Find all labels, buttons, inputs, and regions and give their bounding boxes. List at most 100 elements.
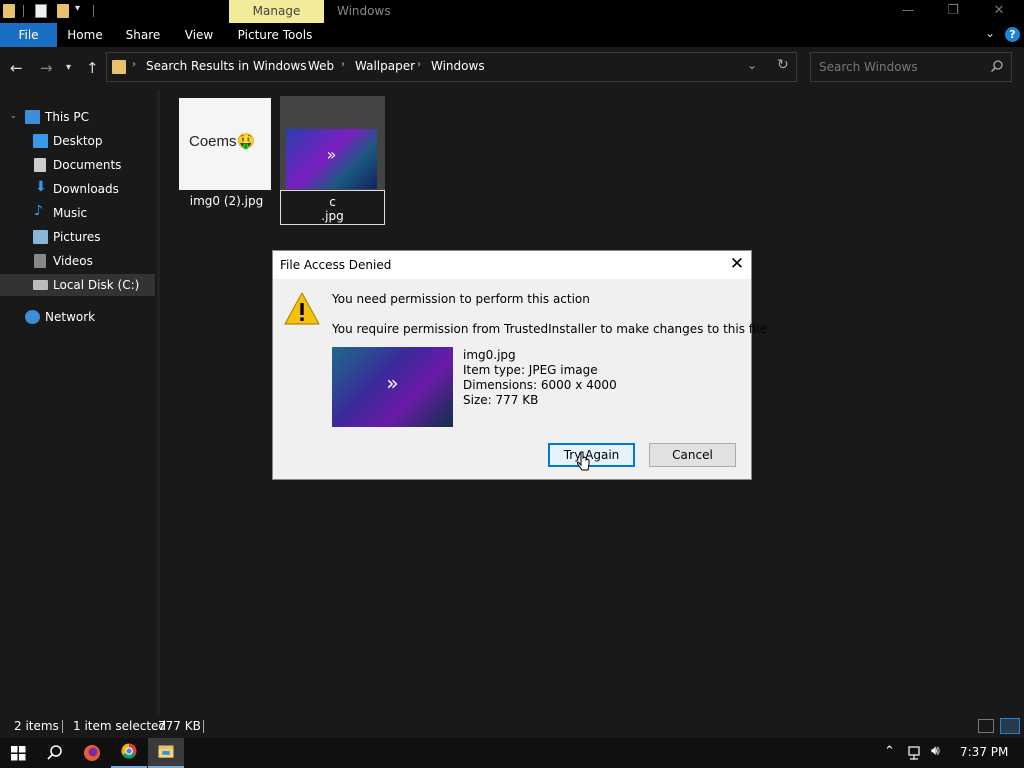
nav-label: Pictures	[53, 230, 101, 244]
new-folder-icon[interactable]	[57, 4, 69, 18]
nav-item-pictures[interactable]: Pictures	[0, 226, 155, 248]
divider	[203, 720, 204, 733]
nav-label: Music	[53, 206, 88, 220]
cancel-button[interactable]: Cancel	[649, 443, 736, 467]
taskbar: ⌃ 🔊︎ 7:37 PM	[0, 738, 1024, 768]
tab-home[interactable]: Home	[62, 23, 108, 47]
dialog-message: You require permission from TrustedInsta…	[332, 322, 768, 336]
file-size: Size: 777 KB	[463, 393, 539, 407]
nav-item-network[interactable]: Network	[0, 306, 155, 328]
close-icon[interactable]: ✕	[725, 253, 749, 277]
ribbon: File Home Share View Picture Tools ⌄ ?	[0, 23, 1024, 47]
try-again-button[interactable]: Try Again	[548, 443, 635, 467]
help-icon[interactable]: ?	[1005, 27, 1020, 42]
chevron-down-icon[interactable]: ⌄	[747, 58, 757, 72]
manage-context-tab[interactable]: Manage	[229, 0, 324, 23]
windows-start-icon[interactable]	[0, 738, 36, 768]
documents-icon	[34, 158, 46, 172]
nav-item-downloads[interactable]: ⬇ Downloads	[0, 178, 155, 200]
folder-icon	[112, 60, 126, 74]
refresh-icon[interactable]: ↻	[777, 57, 789, 73]
nav-item-music[interactable]: ♪ Music	[0, 202, 155, 224]
divider	[93, 5, 94, 17]
close-button[interactable]: ✕	[976, 0, 1022, 23]
address-bar[interactable]: › Search Results in Windows › Web › Wall…	[106, 52, 797, 82]
breadcrumb-search-results[interactable]: Search Results in Windows	[146, 59, 307, 73]
nav-label: Local Disk (C:)	[53, 278, 140, 292]
chevron-right-icon[interactable]: ›	[341, 59, 345, 70]
large-icons-view-icon[interactable]	[1000, 718, 1020, 734]
title-bar: ▾ Manage Windows — ❐ ✕	[0, 0, 1024, 23]
downloads-icon: ⬇	[35, 179, 47, 195]
file-name-label[interactable]: img0 (2).jpg	[179, 194, 274, 208]
warning-icon	[284, 292, 320, 325]
tab-view[interactable]: View	[178, 23, 220, 47]
minimize-button[interactable]: —	[885, 0, 931, 23]
folder-icon[interactable]	[3, 4, 15, 18]
up-arrow-icon[interactable]: ↑	[86, 59, 99, 77]
selection-size: 777 KB	[158, 719, 201, 733]
clock[interactable]: 7:37 PM	[960, 745, 1008, 759]
nav-item-this-pc[interactable]: ⌄ This PC	[0, 106, 155, 128]
nav-item-videos[interactable]: Videos	[0, 250, 155, 272]
back-arrow-icon[interactable]: ←	[10, 59, 23, 77]
breadcrumb-web[interactable]: Web	[308, 59, 334, 73]
file-access-denied-dialog: File Access Denied ✕ You need permission…	[272, 250, 767, 480]
divider	[62, 720, 63, 733]
breadcrumb-windows[interactable]: Windows	[431, 59, 485, 73]
tab-picture-tools[interactable]: Picture Tools	[234, 23, 316, 47]
thumbnail-text: Coems🤑	[189, 133, 256, 150]
music-icon: ♪	[34, 203, 43, 219]
nav-item-documents[interactable]: Documents	[0, 154, 155, 176]
network-icon[interactable]	[907, 745, 925, 761]
desktop-icon	[33, 134, 48, 148]
file-explorer-icon[interactable]	[148, 738, 184, 768]
chrome-icon[interactable]	[111, 738, 147, 768]
pointer-cursor-icon	[577, 451, 590, 471]
dialog-title-bar: File Access Denied ✕	[273, 251, 751, 279]
nav-label: Desktop	[53, 134, 103, 148]
window-title: Windows	[337, 4, 391, 18]
customize-toolbar-icon[interactable]: ▾	[75, 3, 80, 14]
restore-button[interactable]: ❐	[930, 0, 976, 23]
search-input[interactable]: Search Windows	[810, 52, 1012, 82]
file-thumbnail[interactable]: Coems🤑	[179, 98, 271, 190]
computer-icon	[25, 110, 40, 124]
chevron-right-icon[interactable]: ›	[294, 59, 298, 70]
breadcrumb-wallpaper[interactable]: Wallpaper	[355, 59, 415, 73]
search-placeholder: Search Windows	[819, 60, 918, 74]
file-type: Item type: JPEG image	[463, 363, 598, 377]
firefox-icon[interactable]	[74, 738, 110, 768]
nav-label: Documents	[53, 158, 122, 172]
chevron-right-icon[interactable]: ›	[417, 59, 421, 70]
pictures-icon	[33, 230, 48, 244]
selection-count: 1 item selected	[73, 719, 167, 733]
chevron-right-icon[interactable]: ›	[132, 59, 136, 70]
tab-file[interactable]: File	[0, 23, 57, 47]
disk-icon	[33, 280, 48, 290]
dialog-title: File Access Denied	[280, 258, 392, 272]
file-dimensions: Dimensions: 6000 x 4000	[463, 378, 617, 392]
network-icon	[25, 310, 40, 324]
nav-item-local-disk[interactable]: Local Disk (C:)	[0, 274, 155, 296]
search-icon[interactable]	[37, 738, 73, 768]
rename-text-line: .jpg	[321, 209, 344, 223]
file-thumbnail[interactable]: »	[286, 129, 377, 189]
properties-icon[interactable]	[35, 4, 47, 18]
chevron-double-right-icon: »	[386, 371, 399, 395]
search-icon[interactable]	[990, 59, 1004, 73]
recent-locations-icon[interactable]: ▾	[66, 62, 71, 73]
volume-icon[interactable]: 🔊︎	[931, 743, 940, 759]
file-name: img0.jpg	[463, 348, 516, 362]
navigation-pane: ⌄ This PC Desktop Documents ⬇ Downloads …	[0, 90, 157, 715]
chevron-down-icon[interactable]: ⌄	[985, 26, 995, 40]
nav-label: Downloads	[53, 182, 119, 196]
tab-share[interactable]: Share	[120, 23, 166, 47]
chevron-up-icon[interactable]: ⌃	[884, 744, 895, 759]
rename-field[interactable]: c .jpg	[280, 190, 385, 225]
forward-arrow-icon[interactable]: →	[40, 59, 53, 77]
chevron-down-icon[interactable]: ⌄	[10, 111, 17, 120]
nav-item-desktop[interactable]: Desktop	[0, 130, 155, 152]
details-view-icon[interactable]	[978, 719, 994, 733]
chevron-double-right-icon: »	[326, 145, 337, 164]
